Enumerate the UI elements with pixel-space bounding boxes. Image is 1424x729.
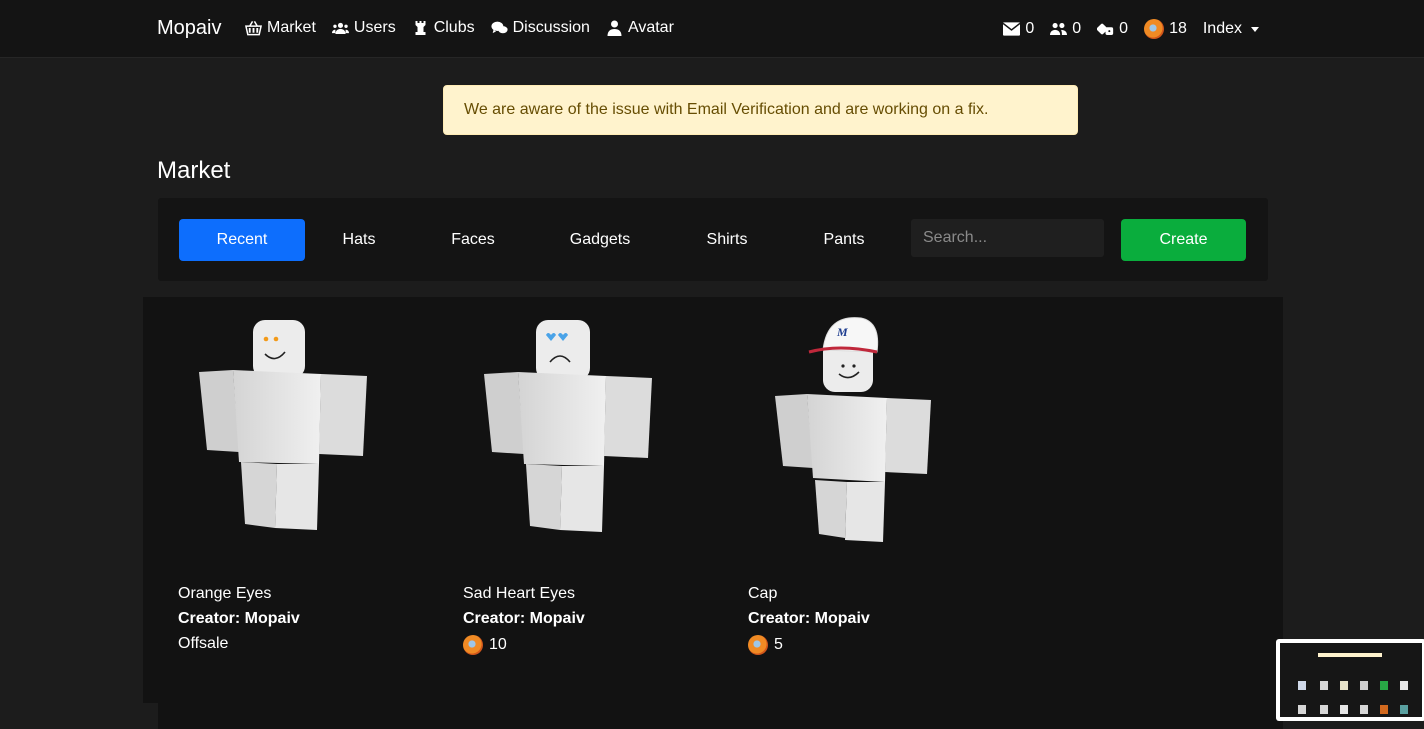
item-price-value: 10 <box>489 636 507 653</box>
item-price-value: 5 <box>774 636 783 653</box>
nav-clubs-label: Clubs <box>433 19 475 36</box>
nav-avatar[interactable]: Avatar <box>606 19 674 37</box>
messages-count: 0 <box>1025 20 1035 37</box>
trades-stat[interactable]: 0 <box>1097 20 1128 38</box>
search-input[interactable] <box>911 219 1104 257</box>
svg-text:M: M <box>836 325 848 339</box>
dice-icon <box>1097 23 1114 35</box>
envelope-icon <box>1003 22 1021 36</box>
item-name[interactable]: Orange Eyes <box>178 585 271 603</box>
item-card-orange-eyes[interactable]: Orange Eyes Creator: Mopaiv Offsale <box>143 297 393 677</box>
item-creator[interactable]: Creator: Mopaiv <box>178 610 300 628</box>
friends-count: 0 <box>1072 20 1082 37</box>
brand-logo[interactable]: Mopaiv <box>157 17 221 40</box>
user-icon <box>607 20 622 36</box>
items-grid: Orange Eyes Creator: Mopaiv Offsale Sad … <box>143 297 1283 703</box>
currency-stat[interactable]: 18 <box>1144 19 1187 39</box>
market-category-bar: Recent Hats Faces Gadgets Shirts Pants C… <box>158 198 1268 281</box>
item-card-sad-heart-eyes[interactable]: Sad Heart Eyes Creator: Mopaiv 10 <box>428 297 678 677</box>
coin-icon <box>748 635 768 655</box>
create-button[interactable]: Create <box>1121 219 1246 261</box>
item-price: Offsale <box>178 635 228 653</box>
nav-market[interactable]: Market <box>245 19 316 37</box>
item-thumbnail[interactable] <box>428 312 678 552</box>
screenshot-preview-image <box>1280 643 1422 717</box>
item-card-cap[interactable]: M Cap Creator: Mopaiv 5 <box>713 297 963 677</box>
tab-pants[interactable]: Pants <box>781 219 907 261</box>
friends-icon <box>1050 23 1068 35</box>
page-title: Market <box>157 157 231 184</box>
main-nav: Market Users Clubs Discussion Avatar <box>245 19 674 37</box>
index-dropdown[interactable]: Index <box>1203 20 1259 38</box>
item-name[interactable]: Sad Heart Eyes <box>463 585 575 603</box>
items-panel-bottom <box>158 703 1283 729</box>
friends-stat[interactable]: 0 <box>1050 20 1081 38</box>
coin-icon <box>463 635 483 655</box>
nav-users[interactable]: Users <box>331 19 396 37</box>
trades-count: 0 <box>1119 20 1129 37</box>
item-creator[interactable]: Creator: Mopaiv <box>748 610 870 628</box>
page-footer-gap <box>0 703 158 729</box>
nav-discussion[interactable]: Discussion <box>491 19 590 37</box>
tab-gadgets[interactable]: Gadgets <box>537 219 663 261</box>
chess-rook-icon <box>415 21 426 35</box>
nav-avatar-label: Avatar <box>627 19 674 36</box>
currency-amount: 18 <box>1169 20 1187 37</box>
item-name[interactable]: Cap <box>748 585 777 603</box>
top-navbar: Mopaiv Market Users Clubs Discussion Ava… <box>0 0 1424 58</box>
nav-clubs[interactable]: Clubs <box>412 19 475 37</box>
item-price-value: Offsale <box>178 635 229 652</box>
tab-faces[interactable]: Faces <box>410 219 536 261</box>
messages-stat[interactable]: 0 <box>1003 20 1034 38</box>
item-thumbnail[interactable]: M <box>713 312 963 552</box>
nav-users-label: Users <box>353 19 396 36</box>
coin-icon <box>1144 19 1165 39</box>
user-stats: 0 0 0 18 Index <box>1003 19 1259 39</box>
users-icon <box>331 22 349 34</box>
item-price: 5 <box>748 635 783 655</box>
screenshot-preview-thumbnail[interactable] <box>1276 639 1424 721</box>
item-creator[interactable]: Creator: Mopaiv <box>463 610 585 628</box>
email-verification-alert: We are aware of the issue with Email Ver… <box>443 85 1078 135</box>
index-label: Index <box>1202 20 1242 37</box>
nav-discussion-label: Discussion <box>512 19 590 36</box>
tab-hats[interactable]: Hats <box>296 219 422 261</box>
item-price: 10 <box>463 635 507 655</box>
comments-icon <box>491 21 508 34</box>
tab-recent[interactable]: Recent <box>179 219 305 261</box>
tab-shirts[interactable]: Shirts <box>664 219 790 261</box>
basket-icon <box>245 21 262 36</box>
caret-down-icon <box>1251 26 1259 32</box>
nav-market-label: Market <box>267 19 316 36</box>
item-thumbnail[interactable] <box>143 312 393 552</box>
